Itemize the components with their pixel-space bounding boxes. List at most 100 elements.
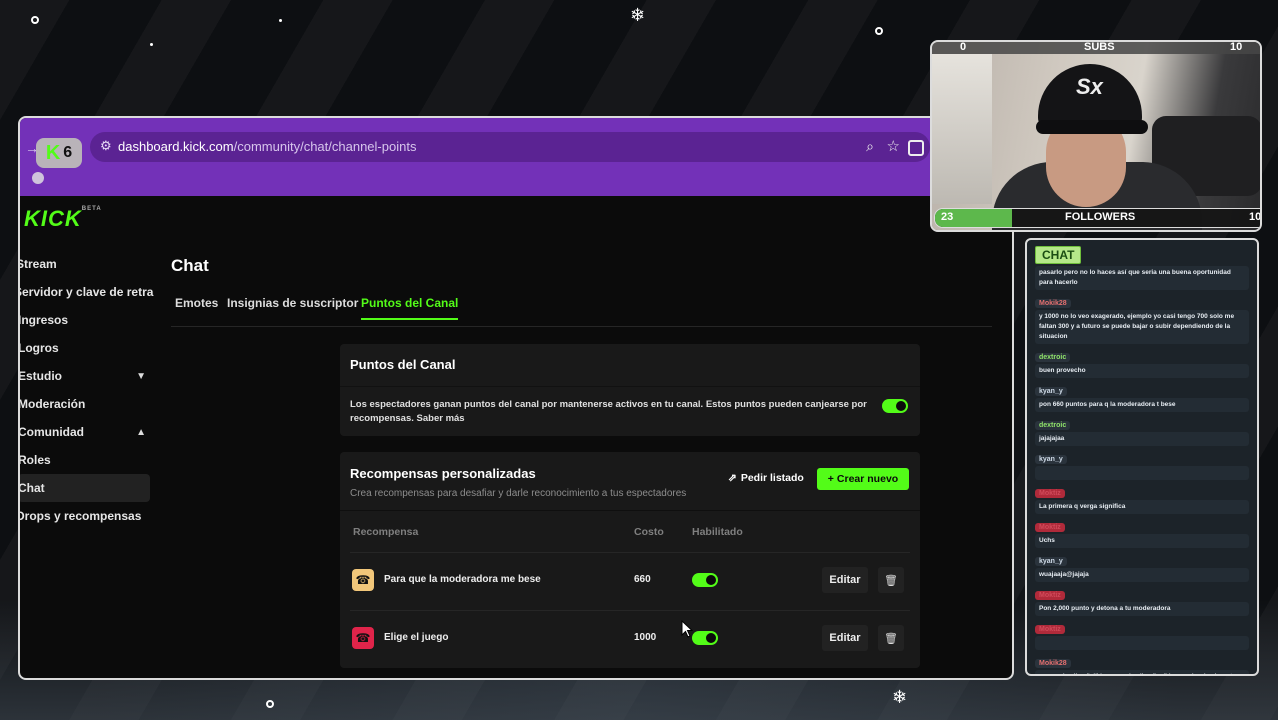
followers-label: FOLLOWERS [1065,211,1136,223]
chat-username: Mokik28 [1035,659,1071,668]
chat-message: Moktiz Pon 2,000 punto y detona a tu mode… [1035,584,1249,616]
sidebar-item-studio[interactable]: Estudio ▼ [20,362,154,390]
external-link-icon: ⇗ [728,472,737,484]
site-settings-icon[interactable]: ⚙ [100,138,112,154]
followers-goal-bar: 23 FOLLOWERS 100 [934,208,1260,228]
sidebar-item-achievements[interactable]: Logros [20,334,154,362]
channel-points-description: Los espectadores ganan puntos del canal … [350,399,867,424]
chat-header: CHAT [1035,246,1082,264]
snowflake-icon: ❄ [892,687,908,707]
divider [340,510,920,511]
table-row: ☎ Elige el juego 1000 Editar 🗑 [350,610,910,667]
snowflake-icon [875,27,883,35]
create-new-button[interactable]: + Crear nuevo [817,468,909,490]
chat-text: pon 660 puntos para q la moderadora t be… [1035,398,1249,412]
browser-window: → K 6 ⚙ dashboard.kick.com/community/cha… [18,116,1014,680]
chat-message: dextroic buen provecho [1035,346,1249,378]
reward-cost: 660 [634,574,651,585]
chat-username: kyan_y [1035,455,1067,464]
chat-text: buen provecho [1035,364,1249,378]
reward-enabled-toggle[interactable] [692,631,718,645]
chat-list: pasarlo pero no lo haces así que seria u… [1035,266,1249,674]
snowflake-icon [266,700,274,708]
snowflake-icon [150,43,153,46]
kick-logo[interactable]: KICKBETA [24,206,102,232]
chat-message: kyan_ypon 660 puntos para q la moderador… [1035,380,1249,412]
custom-rewards-card: Recompensas personalizadas Crea recompen… [340,452,920,668]
sidebar-item-community[interactable]: Comunidad ▲ [20,418,154,446]
snowflake-icon [31,16,39,24]
address-bar[interactable]: ⚙ dashboard.kick.com/community/chat/chan… [90,132,930,162]
tab-channel-points[interactable]: Puntos del Canal [361,296,459,320]
tab-emotes[interactable]: Emotes [175,296,218,318]
chat-message: pasarlo pero no lo haces así que seria u… [1035,266,1249,290]
column-header-reward: Recompensa [353,526,419,538]
chat-username: kyan_y [1035,557,1067,566]
subs-goal-bar: 0 SUBS 10 [932,42,1260,54]
chevron-down-icon: ▼ [136,370,146,382]
chat-overlay: CHAT pasarlo pero no lo haces así que se… [1025,238,1259,676]
chat-username: Moktiz [1035,489,1065,498]
chat-text: wuajaaja@jajaja [1035,568,1249,582]
tab-count: 6 [63,144,73,161]
url-text: dashboard.kick.com/community/chat/channe… [118,139,417,154]
chat-message: Moktiz Uchs [1035,516,1249,548]
chat-username: Mokik28 [1035,299,1071,308]
chat-message: kyan_y wuajaaja@jajaja [1035,550,1249,582]
chat-message: Mokik28 y 1000 no lo veo exagerado, ejemp… [1035,292,1249,344]
channel-points-card: Puntos del Canal Los espectadores ganan … [340,344,920,436]
trash-icon[interactable]: 🗑 [878,625,904,651]
reward-name: Para que la moderadora me bese [384,574,541,585]
webcam-overlay: Sx 0 SUBS 10 23 FOLLOWERS 100 [930,40,1262,232]
divider [340,386,920,387]
chat-username: kyan_y [1035,387,1067,396]
tab-bar: Emotes Insignias de suscriptor Puntos de… [171,296,992,327]
reward-icon: ☎ [352,627,374,649]
edit-button[interactable]: Editar [822,625,868,651]
chat-username: dextroic [1035,421,1071,430]
tab-subscriber-badges[interactable]: Insignias de suscriptor [227,296,358,318]
snowflake-icon: ❄ [630,5,646,25]
sidebar: Stream Servidor y clave de retransmisión… [20,250,154,530]
sidebar-item-moderation[interactable]: Moderación [20,390,154,418]
column-header-enabled: Habilitado [692,526,743,538]
custom-rewards-heading: Recompensas personalizadas [350,466,536,481]
chat-text [1035,466,1249,480]
chat-message: kyan_y [1035,448,1249,480]
edit-button[interactable]: Editar [822,567,868,593]
chat-message: dextroic jajajajaa [1035,414,1249,446]
extensions-icon[interactable] [908,140,924,156]
chat-message: Moktiz [1035,618,1249,650]
zoom-icon[interactable]: ⌕ [866,138,874,155]
page-title: Chat [171,256,209,275]
channel-points-heading: Puntos del Canal [350,357,456,372]
snowflake-icon [279,19,282,22]
chat-text: La primera q verga significa [1035,500,1249,514]
subs-label: SUBS [1084,41,1115,53]
trash-icon[interactable]: 🗑 [878,567,904,593]
channel-points-toggle[interactable] [882,399,908,413]
sidebar-item-server[interactable]: Servidor y clave de retransmisión [20,278,154,306]
sidebar-item-chat[interactable]: Chat [20,474,150,502]
chat-username: Moktiz [1035,591,1065,600]
chat-message: Moktiz La primera q verga significa [1035,482,1249,514]
reward-cost: 1000 [634,632,657,643]
globe-icon[interactable] [32,172,44,184]
browser-tab[interactable]: K 6 [36,138,82,168]
kick-favicon-icon: K [45,141,61,164]
bookmark-star-icon[interactable]: ☆ [887,137,900,155]
chat-text: y 1000 no lo veo exagerado, ejemplo yo c… [1035,310,1249,344]
streamer-cap-brim [1036,120,1148,134]
reward-enabled-toggle[interactable] [692,573,718,587]
chat-username: dextroic [1035,353,1071,362]
sidebar-item-stream[interactable]: Stream [20,250,154,278]
mouse-cursor-icon [681,620,693,638]
column-header-cost: Costo [634,526,664,538]
sidebar-item-income[interactable]: Ingresos [20,306,154,334]
chevron-up-icon: ▲ [136,426,146,438]
chat-username: Moktiz [1035,523,1065,532]
table-row: ☎ Para que la moderadora me bese 660 Edi… [350,552,910,609]
sidebar-item-roles[interactable]: Roles [20,446,154,474]
request-list-button[interactable]: ⇗ Pedir listado [728,472,804,484]
sidebar-item-drops[interactable]: Drops y recompensas [20,502,154,530]
